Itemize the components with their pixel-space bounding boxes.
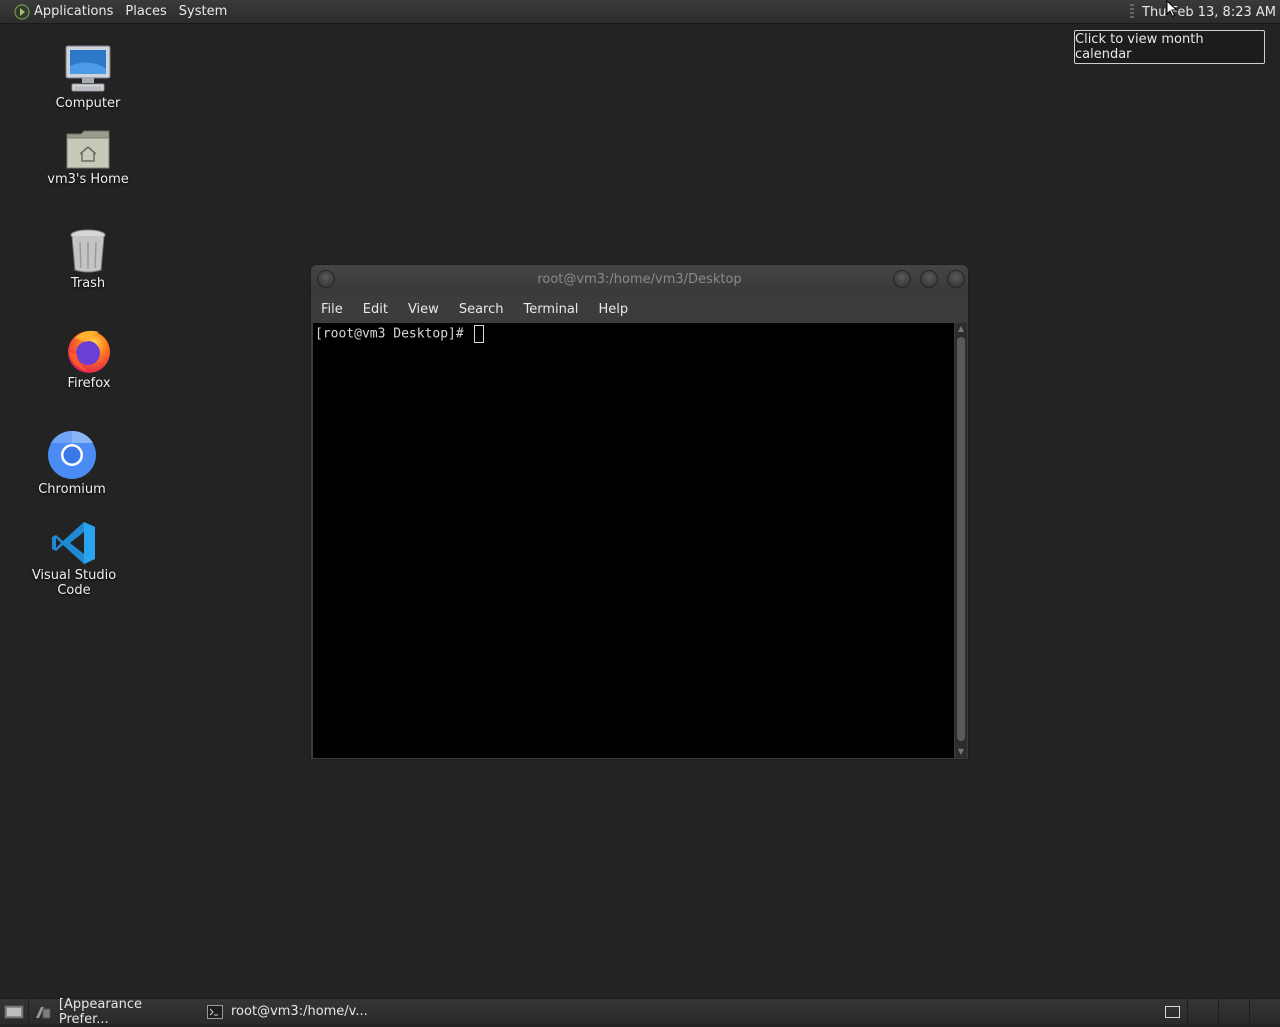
desktop-icon-computer[interactable]: Computer	[28, 44, 148, 111]
terminal-scrollbar[interactable]: ▲ ▼	[955, 323, 967, 758]
bottom-panel: [Appearance Prefer... root@vm3:/home/v..…	[0, 996, 1280, 1027]
main-menu: Applications Places System	[0, 0, 233, 24]
terminal-menubar: File Edit View Search Terminal Help	[311, 295, 968, 323]
applications-menu[interactable]: Applications	[8, 0, 119, 24]
desktop-icon-vscode[interactable]: Visual Studio Code	[14, 520, 134, 598]
places-menu-label: Places	[125, 4, 167, 19]
desktop-icon-home[interactable]: vm3's Home	[28, 128, 148, 187]
menu-terminal[interactable]: Terminal	[517, 302, 584, 317]
menu-help[interactable]: Help	[592, 302, 634, 317]
taskbar-item-label: root@vm3:/home/v...	[231, 1004, 368, 1019]
menu-edit[interactable]: Edit	[357, 302, 394, 317]
places-menu[interactable]: Places	[119, 0, 172, 24]
computer-icon	[65, 45, 111, 92]
terminal-prompt: [root@vm3 Desktop]#	[315, 325, 484, 343]
scroll-up-arrow-icon[interactable]: ▲	[955, 323, 967, 335]
terminal-titlebar[interactable]: root@vm3:/home/vm3/Desktop	[311, 265, 968, 295]
scrollbar-thumb[interactable]	[957, 337, 965, 741]
desktop-icon-firefox[interactable]: Firefox	[29, 326, 149, 391]
terminal-title: root@vm3:/home/vm3/Desktop	[537, 272, 742, 287]
workspace-window-icon	[1164, 1006, 1180, 1018]
desktop-icon-label: vm3's Home	[47, 172, 129, 187]
close-button[interactable]	[947, 270, 965, 288]
text-cursor	[473, 325, 484, 343]
minimize-button[interactable]	[893, 270, 911, 288]
applications-menu-label: Applications	[34, 4, 114, 19]
desktop-icon-label: Visual Studio Code	[31, 568, 117, 598]
home-folder-icon	[66, 130, 110, 169]
taskbar-item-label: [Appearance Prefer...	[58, 996, 143, 1027]
taskbar-item-appearance[interactable]: [Appearance Prefer...	[29, 996, 201, 1027]
system-menu[interactable]: System	[173, 0, 233, 24]
workspace-switcher-2[interactable]	[1187, 999, 1218, 1025]
clock[interactable]: Thu Feb 13, 8:23 AM	[1142, 5, 1276, 20]
menu-search[interactable]: Search	[453, 302, 510, 317]
maximize-button[interactable]	[920, 270, 938, 288]
desktop-icon-trash[interactable]: Trash	[28, 228, 148, 291]
desktop-icon-chromium[interactable]: Chromium	[12, 430, 132, 497]
terminal-icon	[207, 1004, 223, 1019]
menu-view[interactable]: View	[402, 302, 445, 317]
desktop-icon-label: Chromium	[38, 482, 106, 497]
appearance-icon	[35, 1006, 51, 1018]
system-menu-label: System	[178, 4, 228, 19]
clock-tooltip: Click to view month calendar	[1074, 30, 1265, 64]
menu-file[interactable]: File	[315, 302, 349, 317]
terminal-window: root@vm3:/home/vm3/Desktop File Edit Vie…	[310, 264, 969, 760]
desktop-icon-label: Trash	[70, 276, 106, 291]
scroll-down-arrow-icon[interactable]: ▼	[955, 746, 967, 758]
taskbar-item-terminal[interactable]: root@vm3:/home/v...	[201, 999, 383, 1025]
workspace-switcher-1[interactable]	[1157, 999, 1187, 1025]
panel-grip-handle[interactable]	[1130, 4, 1135, 20]
panel-tray: Thu Feb 13, 8:23 AM	[1130, 0, 1276, 24]
show-desktop-button[interactable]	[0, 999, 28, 1025]
prompt-text: [root@vm3 Desktop]#	[315, 326, 472, 342]
workspace-switcher-4[interactable]	[1249, 999, 1280, 1025]
applications-logo-icon	[14, 3, 30, 20]
desktop-icon-label: Computer	[55, 96, 121, 111]
show-desktop-icon	[4, 1005, 24, 1018]
vscode-icon	[52, 522, 95, 564]
top-panel: Applications Places System Thu Feb 13, 8…	[0, 0, 1280, 24]
chromium-icon	[48, 430, 96, 479]
desktop-icon-label: Firefox	[67, 376, 111, 391]
workspace-switcher-3[interactable]	[1218, 999, 1249, 1025]
terminal-output-area[interactable]: [root@vm3 Desktop]#	[313, 323, 954, 758]
mouse-cursor-icon	[1166, 0, 1178, 18]
firefox-icon	[68, 330, 110, 373]
trash-icon	[70, 229, 106, 273]
